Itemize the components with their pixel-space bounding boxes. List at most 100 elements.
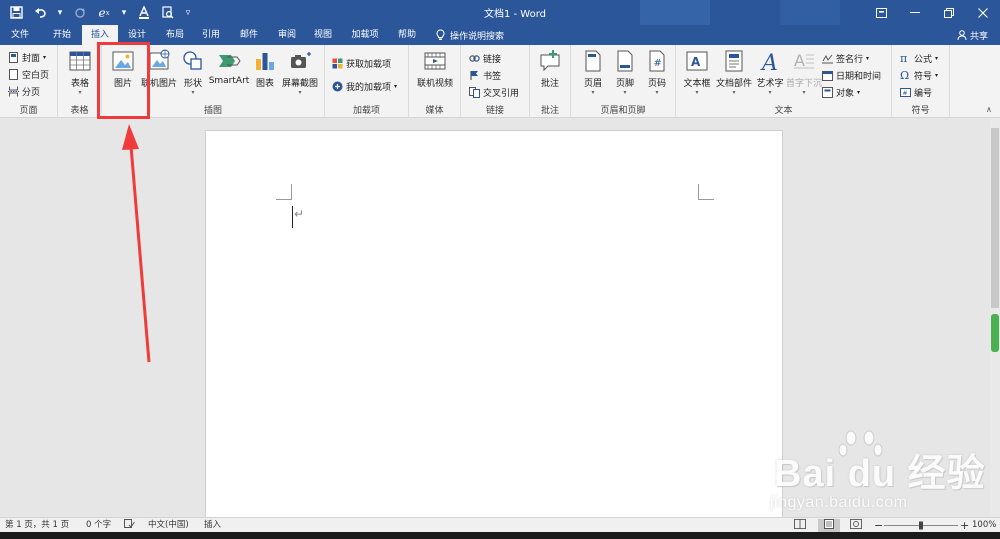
get-addins-button[interactable]: 获取加载项: [332, 55, 391, 71]
date-time-button[interactable]: 日期和时间: [822, 67, 881, 83]
cross-reference-button[interactable]: 交叉引用: [469, 84, 519, 100]
chart-button[interactable]: 图表: [250, 49, 280, 89]
tab-review[interactable]: 审阅: [270, 25, 304, 45]
drop-cap-label: 首字下沉: [785, 79, 822, 89]
online-video-button[interactable]: 联机视频: [413, 49, 457, 89]
ribbon-display-icon[interactable]: [864, 0, 898, 25]
group-pages: 封面 ▾ 空白页 分页 页面: [0, 45, 58, 118]
baidu-watermark: Bai du 经验 jingyan.baidu.com: [762, 428, 994, 518]
shapes-button[interactable]: 形状 ▾: [178, 49, 208, 97]
collapse-ribbon-button[interactable]: ∧: [986, 101, 992, 117]
tab-references[interactable]: 引用: [194, 25, 228, 45]
object-button[interactable]: 对象 ▾: [822, 84, 860, 100]
footer-button[interactable]: 页脚 ▾: [609, 49, 641, 97]
zoom-level[interactable]: 100%: [972, 519, 996, 532]
blur-mask: [640, 0, 710, 25]
signature-line-label: 签名行: [836, 54, 864, 65]
tab-view[interactable]: 视图: [306, 25, 340, 45]
undo-icon[interactable]: [30, 3, 50, 22]
wordart-icon: A: [758, 49, 782, 76]
comment-button[interactable]: 批注: [534, 49, 566, 89]
footer-icon: [613, 49, 637, 73]
smartart-label: SmartArt: [208, 76, 250, 86]
language[interactable]: 中文(中国): [148, 519, 189, 532]
share-button[interactable]: 共享: [957, 25, 988, 45]
zoom-out-button[interactable]: −: [874, 519, 883, 532]
quick-parts-button[interactable]: 文档部件 ▾: [714, 49, 754, 97]
minimize-icon[interactable]: [898, 0, 932, 25]
title-bar: ▾ ex ▾ ▿ 文档1 - Word: [0, 0, 1000, 25]
proofing-icon[interactable]: [124, 519, 135, 532]
link-button[interactable]: 链接: [469, 50, 501, 66]
quick-parts-label: 文档部件: [715, 79, 752, 89]
status-bar: 第 1 页，共 1 页 0 个字 中文(中国) 插入 − + 100%: [0, 517, 1000, 532]
equation-icon[interactable]: ex: [94, 3, 114, 22]
chevron-down-icon[interactable]: ▾: [54, 3, 66, 22]
print-layout-icon[interactable]: [818, 519, 840, 532]
close-icon[interactable]: [966, 0, 1000, 25]
print-preview-icon[interactable]: [158, 3, 178, 22]
word-count[interactable]: 0 个字: [86, 519, 111, 532]
smartart-button[interactable]: SmartArt: [207, 49, 251, 86]
restore-icon[interactable]: [932, 0, 966, 25]
tab-help[interactable]: 帮助: [390, 25, 424, 45]
cover-page-button[interactable]: 封面 ▾: [8, 49, 46, 65]
my-addins-button[interactable]: 我的加载项 ▾: [332, 78, 397, 94]
wordart-button[interactable]: A 艺术字 ▾: [752, 49, 788, 97]
chevron-down-icon[interactable]: ▾: [118, 3, 130, 22]
page-break-button[interactable]: 分页: [8, 83, 40, 99]
bookmark-button[interactable]: 书签: [469, 67, 501, 83]
textbox-button[interactable]: A 文本框 ▾: [679, 49, 715, 97]
tab-addins[interactable]: 加载项: [343, 25, 387, 45]
group-label-tables: 表格: [70, 106, 89, 116]
page-break-label: 分页: [22, 87, 41, 98]
symbol-button[interactable]: Ω 符号 ▾: [900, 67, 938, 83]
group-links: 链接 书签 交叉引用 链接: [461, 45, 530, 118]
drop-cap-icon: A: [792, 49, 816, 73]
document-page[interactable]: ↵: [205, 130, 783, 530]
zoom-in-button[interactable]: +: [960, 519, 969, 532]
tab-layout[interactable]: 布局: [158, 25, 192, 45]
insert-mode[interactable]: 插入: [204, 519, 221, 532]
header-button[interactable]: 页眉 ▾: [577, 49, 609, 97]
page-number-button[interactable]: # 页码 ▾: [641, 49, 673, 97]
screenshot-button[interactable]: 屏幕截图 ▾: [278, 49, 322, 97]
group-label-header-footer: 页眉和页脚: [600, 106, 646, 116]
zoom-slider-track[interactable]: [884, 519, 958, 532]
smartart-icon: [217, 49, 241, 73]
screenshot-icon: [288, 49, 312, 73]
tell-me-search[interactable]: 操作说明搜索: [436, 25, 504, 45]
zoom-slider[interactable]: [884, 519, 958, 532]
share-label: 共享: [969, 31, 988, 42]
watermark-url: jingyan.baidu.com: [770, 494, 908, 511]
svg-text:A: A: [794, 51, 805, 70]
table-button[interactable]: 表格 ▾: [64, 49, 96, 97]
footer-label: 页脚: [615, 79, 634, 89]
zoom-slider-thumb[interactable]: [919, 521, 923, 530]
drop-cap-button[interactable]: A 首字下沉 ▾: [784, 49, 824, 97]
customize-icon[interactable]: ▿: [182, 3, 194, 22]
group-text: A 文本框 ▾ 文档部件 ▾ A 艺术字 ▾ A 首字下沉 ▾ 签名行 ▾ 日期和…: [676, 45, 892, 118]
numbering-icon: #: [900, 87, 911, 98]
redo-icon[interactable]: [70, 3, 90, 22]
comment-label: 批注: [540, 79, 559, 89]
numbering-button[interactable]: # 编号: [900, 84, 932, 100]
group-label-media: 媒体: [425, 106, 444, 116]
my-addins-icon: [332, 81, 343, 92]
tab-mailings[interactable]: 邮件: [232, 25, 266, 45]
blank-page-button[interactable]: 空白页: [8, 66, 49, 82]
scrollbar-thumb[interactable]: [991, 128, 999, 308]
read-mode-icon[interactable]: [794, 519, 806, 532]
document-title: 文档1 - Word: [483, 9, 547, 20]
page-count[interactable]: 第 1 页，共 1 页: [5, 519, 69, 532]
table-icon: [68, 49, 92, 73]
blur-mask: [780, 0, 840, 25]
tab-file[interactable]: 文件: [0, 25, 40, 45]
save-icon[interactable]: [6, 3, 26, 22]
font-color-icon[interactable]: [134, 3, 154, 22]
web-layout-icon[interactable]: [850, 519, 862, 532]
equation-button[interactable]: π 公式 ▾: [900, 50, 938, 66]
tab-home[interactable]: 开始: [44, 25, 80, 45]
svg-text:A: A: [760, 51, 778, 73]
signature-line-button[interactable]: 签名行 ▾: [822, 50, 869, 66]
